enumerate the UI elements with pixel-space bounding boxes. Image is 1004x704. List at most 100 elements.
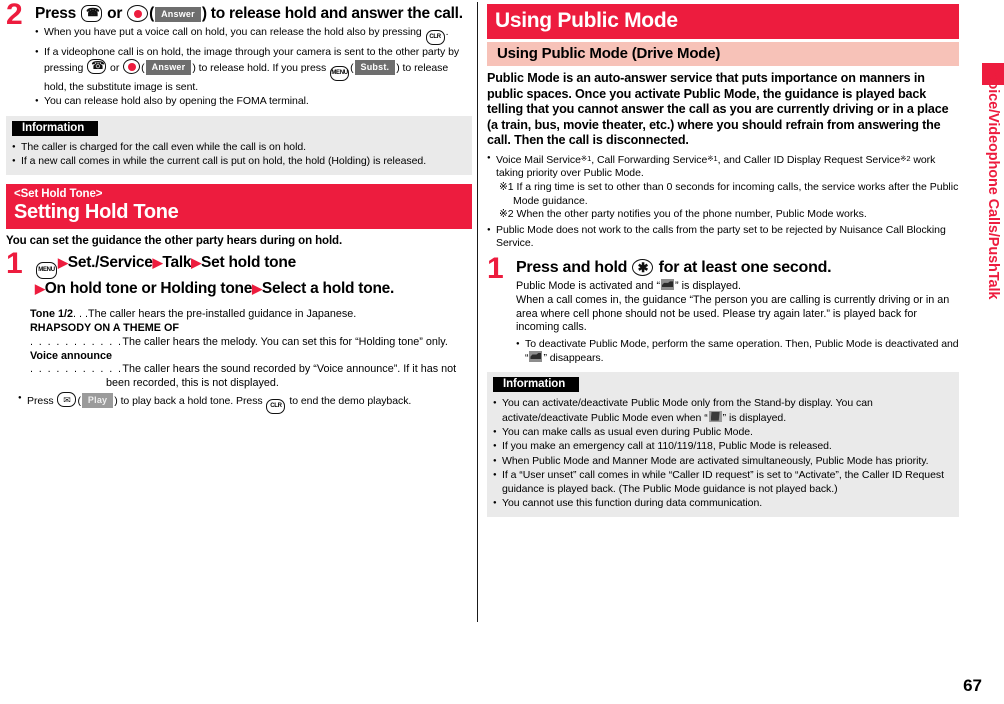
step-2-title-or: or: [107, 5, 123, 22]
public-mode-notes: Voice Mail Service※1, Call Forwarding Se…: [487, 152, 959, 180]
subsection-header-drive-mode: Using Public Mode (Drive Mode): [487, 42, 959, 66]
step-number: 2: [6, 0, 23, 31]
step-2-title-rest: ) to release hold and answer the call.: [201, 5, 463, 22]
step-number: 1: [6, 247, 23, 281]
bullet-text-mid: ) to release hold. If you press: [192, 62, 327, 75]
list-item: If you make an emergency call at 110/119…: [493, 440, 953, 454]
bullet-text: When you have put a voice call on hold, …: [44, 26, 422, 38]
footnote-1: ※1 If a ring time is set to other than 0…: [499, 181, 959, 207]
step-2-title: Press ☎ or (Answer) to release hold and …: [35, 4, 472, 23]
info-text: You can activate/deactivate Public Mode …: [502, 397, 873, 424]
select-key-icon: [127, 5, 149, 22]
play-note-tail: to end the demo playback.: [289, 395, 412, 408]
bullet-text-tail: .: [445, 26, 449, 38]
asterisk-key-icon: ✱: [632, 259, 654, 277]
information-list: The caller is charged for the call even …: [12, 141, 466, 169]
column-divider: [477, 2, 478, 622]
play-note-mid: ) to play back a hold tone. Press: [114, 395, 263, 408]
information-label: Information: [12, 120, 99, 136]
drive-mode-icon: [661, 279, 675, 291]
step-1-block: 1 MENU ▶Set./Service▶Talk▶Set hold tone ▶…: [6, 249, 472, 298]
play-note-list: Press ✉(Play) to play back a hold tone. …: [18, 392, 472, 415]
arrow-icon: ▶: [191, 255, 202, 271]
footnote-2: ※2 When the other party notifies you of …: [499, 207, 867, 220]
list-item: Voice Mail Service※1, Call Forwarding Se…: [487, 152, 959, 180]
section-lead: You can set the guidance the other party…: [6, 235, 343, 248]
body-text: ” is displayed.: [675, 280, 742, 293]
option-dots: . . . . . . . . . . .: [30, 336, 123, 349]
list-item: You cannot use this function during data…: [493, 497, 953, 511]
left-column: 2 Press ☎ or (Answer) to release hold an…: [6, 0, 472, 415]
step-1-body: Public Mode is activated and “ ” is displ…: [516, 279, 959, 334]
call-key-icon: ☎: [81, 5, 103, 22]
mail-key-icon: ✉: [57, 392, 77, 408]
step-1-title: MENU ▶Set./Service▶Talk▶Set hold tone ▶On…: [35, 253, 472, 298]
option-dots: . . .: [73, 308, 88, 321]
select-key-icon: [123, 59, 141, 75]
clr-key-icon: CLR: [425, 30, 445, 45]
softkey-answer-chip: Answer: [155, 7, 201, 22]
footnote-ref: ※2: [900, 153, 911, 163]
list-item: If a videophone call is on hold, the ima…: [35, 46, 472, 94]
softkey-subst-chip: Subst.: [354, 60, 396, 76]
list-item: To deactivate Public Mode, perform the s…: [516, 338, 959, 365]
menu-path-item: Select a hold tone.: [261, 280, 395, 298]
step-1-block: 1 Press and hold ✱ for at least one seco…: [487, 254, 959, 365]
information-label: Information: [493, 377, 580, 393]
option-tone-1-2: Tone 1/2. . .The caller hears the pre-in…: [30, 304, 472, 322]
right-column: Using Public Mode Using Public Mode (Dri…: [487, 4, 959, 518]
list-item: When Public Mode and Manner Mode are act…: [493, 455, 953, 469]
step-title-tail: for at least one second.: [658, 259, 832, 277]
note-text: , and Caller ID Display Request Service: [717, 153, 901, 166]
edge-tab-label: Voice/Videophone Calls/PushTalk: [985, 72, 1001, 300]
play-note-press: Press: [27, 395, 54, 408]
option-desc: The caller hears the melody. You can set…: [122, 336, 448, 349]
arrow-icon: ▶: [252, 281, 262, 297]
menu-path-item: On hold tone or Holding tone: [44, 280, 253, 298]
step-title-text: Press and hold: [516, 259, 628, 277]
note-text: Voice Mail Service: [496, 153, 581, 166]
menu-path-item: Set hold tone: [201, 254, 296, 272]
arrow-icon: ▶: [152, 255, 163, 271]
public-mode-notes-2: Public Mode does not work to the calls f…: [487, 224, 959, 250]
arrow-icon: ▶: [35, 281, 45, 297]
menu-path-item: Talk: [162, 254, 192, 272]
option-voice-announce-desc: . . . . . . . . . . .The caller hears th…: [30, 363, 472, 390]
list-item: When you have put a voice call on hold, …: [35, 26, 472, 45]
option-voice-announce-term: Voice announce: [30, 349, 112, 362]
paren-open: (: [149, 5, 155, 22]
bullet-text: ” disappears.: [543, 351, 604, 364]
list-item: The caller is charged for the call even …: [12, 141, 466, 155]
footnote-ref: ※1: [580, 153, 592, 163]
option-desc: The caller hears the sound recorded by “…: [106, 363, 457, 389]
page-number: 67: [963, 676, 982, 695]
softkey-play-chip: Play: [81, 393, 114, 409]
option-rhapsody-desc: . . . . . . . . . . .The caller hears th…: [30, 336, 472, 350]
option-term: Tone 1/2: [30, 308, 73, 321]
section-kicker: <Set Hold Tone>: [14, 188, 103, 201]
softkey-answer-chip: Answer: [145, 60, 192, 76]
arrow-icon: ▶: [58, 255, 68, 271]
list-item: You can activate/deactivate Public Mode …: [493, 397, 953, 425]
manual-page: 2 Press ☎ or (Answer) to release hold an…: [0, 0, 1004, 704]
list-item: Press ✉(Play) to play back a hold tone. …: [18, 392, 472, 415]
bullet-text-or: or: [110, 62, 120, 75]
list-item: You can release hold also by opening the…: [35, 95, 472, 108]
list-item: If a new call comes in while the current…: [12, 155, 466, 169]
step-1-title: Press and hold ✱ for at least one second…: [516, 258, 959, 277]
drive-mode-icon: [529, 350, 543, 362]
list-item: You can make calls as usual even during …: [493, 426, 953, 440]
public-mode-lead: Public Mode is an auto-answer service th…: [487, 71, 949, 148]
step-2-bullets: When you have put a voice call on hold, …: [35, 26, 472, 109]
menu-path-item: Set./Service: [67, 254, 153, 272]
option-rhapsody-term: RHAPSODY ON A THEME OF: [30, 322, 179, 335]
menu-key-icon: MENU: [36, 262, 57, 280]
information-list: You can activate/deactivate Public Mode …: [493, 397, 953, 510]
step-1-bullets: To deactivate Public Mode, perform the s…: [516, 338, 959, 365]
option-desc: The caller hears the pre-installed guida…: [88, 308, 357, 321]
info-text: ” is displayed.: [722, 411, 787, 424]
step-2-block: 2 Press ☎ or (Answer) to release hold an…: [6, 0, 472, 109]
list-item: If a “User unset” call comes in while “C…: [493, 469, 953, 496]
call-key-icon: ☎: [87, 59, 107, 75]
body-text: When a call comes in, the guidance “The …: [516, 293, 950, 334]
